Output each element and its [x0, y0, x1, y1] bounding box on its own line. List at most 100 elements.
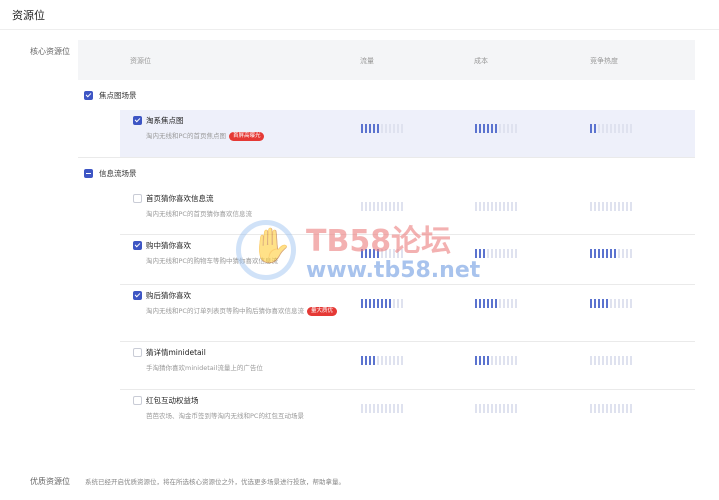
competition-level-bars	[590, 299, 632, 308]
level-bar-segment	[503, 404, 505, 413]
level-bar-segment	[487, 249, 489, 258]
traffic-level-bars	[361, 404, 403, 413]
resource-row[interactable]: 首页猜你喜欢信息流 淘内无线和PC的首页猜你喜欢信息流	[120, 188, 695, 235]
level-bar-segment	[397, 249, 399, 258]
resource-description: 芭芭农场、淘金币签到等淘内无线和PC的红包互动场景	[146, 412, 304, 420]
competition-level-bars	[590, 124, 632, 133]
level-bar-segment	[365, 356, 367, 365]
checkbox-checked-icon[interactable]	[133, 291, 142, 300]
checkbox-indeterminate-icon[interactable]	[84, 168, 93, 178]
level-bar-segment	[503, 249, 505, 258]
level-bar-segment	[602, 404, 604, 413]
level-bar-segment	[393, 249, 395, 258]
level-bar-segment	[369, 299, 371, 308]
level-bar-segment	[503, 299, 505, 308]
checkbox-checked-icon[interactable]	[133, 241, 142, 250]
group-focus-scene[interactable]: 焦点图场景	[84, 87, 137, 103]
resource-row[interactable]: 红包互动权益场 芭芭农场、淘金币签到等淘内无线和PC的红包互动场景	[120, 390, 695, 450]
level-bar-segment	[401, 356, 403, 365]
level-bar-segment	[610, 404, 612, 413]
level-bar-segment	[503, 202, 505, 211]
level-bar-segment	[487, 202, 489, 211]
level-bar-segment	[495, 249, 497, 258]
resource-description: 淘内无线和PC的购物车等购中猜你喜欢信息流	[146, 257, 278, 265]
level-bar-segment	[626, 299, 628, 308]
checkbox-checked-icon[interactable]	[133, 116, 142, 125]
level-bar-segment	[614, 356, 616, 365]
resource-row[interactable]: 购后猜你喜欢 淘内无线和PC的订单列表页等购中购后猜你喜欢信息流 量大质优	[120, 285, 695, 342]
level-bar-segment	[630, 356, 632, 365]
level-bar-segment	[361, 202, 363, 211]
level-bar-segment	[495, 356, 497, 365]
level-bar-segment	[365, 202, 367, 211]
level-bar-segment	[361, 404, 363, 413]
level-bar-segment	[491, 202, 493, 211]
resource-row[interactable]: 购中猜你喜欢 淘内无线和PC的购物车等购中猜你喜欢信息流	[120, 235, 695, 285]
level-bar-segment	[602, 202, 604, 211]
resource-name: 首页猜你喜欢信息流	[146, 194, 214, 203]
level-bar-segment	[373, 124, 375, 133]
level-bar-segment	[369, 124, 371, 133]
level-bar-segment	[479, 249, 481, 258]
level-bar-segment	[622, 202, 624, 211]
level-bar-segment	[606, 404, 608, 413]
level-bar-segment	[618, 299, 620, 308]
checkbox-unchecked-icon[interactable]	[133, 396, 142, 405]
level-bar-segment	[475, 299, 477, 308]
level-bar-segment	[622, 124, 624, 133]
level-bar-segment	[393, 299, 395, 308]
cost-level-bars	[475, 124, 517, 133]
level-bar-segment	[630, 124, 632, 133]
checkbox-unchecked-icon[interactable]	[133, 194, 142, 203]
level-bar-segment	[475, 404, 477, 413]
cost-level-bars	[475, 404, 517, 413]
level-bar-segment	[602, 124, 604, 133]
level-bar-segment	[590, 404, 592, 413]
level-bar-segment	[515, 356, 517, 365]
highlight-badge: 量大质优	[306, 306, 337, 316]
level-bar-segment	[495, 124, 497, 133]
level-bar-segment	[602, 356, 604, 365]
column-header-competition: 竞争热度	[590, 57, 618, 65]
level-bar-segment	[622, 404, 624, 413]
level-bar-segment	[503, 356, 505, 365]
level-bar-segment	[495, 202, 497, 211]
checkbox-checked-icon[interactable]	[84, 90, 93, 100]
level-bar-segment	[377, 404, 379, 413]
level-bar-segment	[499, 124, 501, 133]
group-feed-scene[interactable]: 信息流场景	[84, 165, 137, 181]
level-bar-segment	[614, 299, 616, 308]
group-label: 焦点图场景	[99, 90, 137, 100]
level-bar-segment	[610, 249, 612, 258]
level-bar-segment	[626, 124, 628, 133]
level-bar-segment	[385, 249, 387, 258]
resource-row[interactable]: 猜详情minidetail 手淘猜你喜欢minidetail流量上的广告位	[120, 342, 695, 390]
level-bar-segment	[630, 299, 632, 308]
core-section-label: 核心资源位	[30, 47, 70, 56]
level-bar-segment	[377, 299, 379, 308]
level-bar-segment	[606, 356, 608, 365]
level-bar-segment	[393, 124, 395, 133]
checkbox-unchecked-icon[interactable]	[133, 348, 142, 357]
level-bar-segment	[610, 124, 612, 133]
highlight-badge: 首屏高曝光	[228, 131, 265, 141]
level-bar-segment	[491, 404, 493, 413]
level-bar-segment	[602, 299, 604, 308]
level-bar-segment	[397, 356, 399, 365]
level-bar-segment	[393, 404, 395, 413]
competition-level-bars	[590, 202, 632, 211]
level-bar-segment	[381, 249, 383, 258]
level-bar-segment	[483, 356, 485, 365]
level-bar-segment	[598, 249, 600, 258]
level-bar-segment	[475, 356, 477, 365]
level-bar-segment	[401, 249, 403, 258]
level-bar-segment	[365, 404, 367, 413]
level-bar-segment	[594, 202, 596, 211]
level-bar-segment	[606, 249, 608, 258]
level-bar-segment	[373, 404, 375, 413]
level-bar-segment	[618, 249, 620, 258]
resource-name: 淘系焦点图	[146, 116, 184, 125]
level-bar-segment	[499, 404, 501, 413]
level-bar-segment	[401, 202, 403, 211]
resource-row[interactable]: 淘系焦点图 淘内无线和PC的首页焦点图 首屏高曝光	[120, 110, 695, 157]
